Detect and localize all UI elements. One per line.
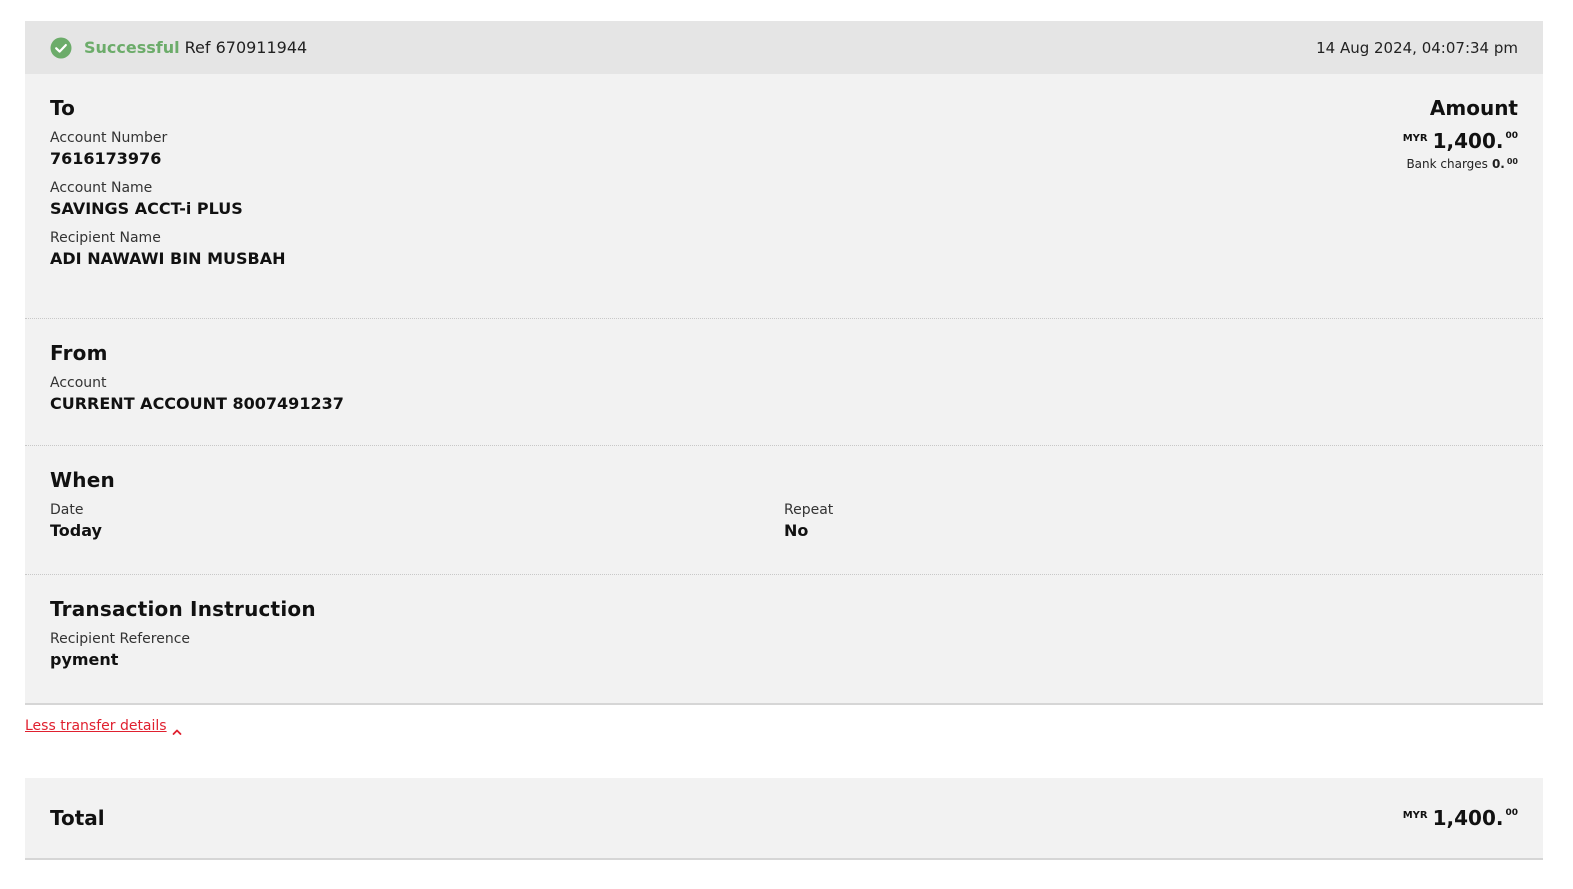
total-whole: 1,400.: [1432, 806, 1504, 830]
when-grid: Date Today Repeat No: [50, 502, 1518, 552]
bank-charges-whole: 0.: [1491, 157, 1505, 171]
date-value: Today: [50, 521, 102, 540]
total-cents: 00: [1505, 808, 1518, 818]
total-label: Total: [50, 806, 105, 830]
from-account-value: CURRENT ACCOUNT 8007491237: [50, 394, 344, 413]
instruction-title: Transaction Instruction: [50, 597, 316, 621]
amount-currency: MYR: [1402, 133, 1428, 144]
status-label: Successful: [84, 38, 180, 57]
bank-charges-row: Bank charges 0. 00: [1403, 157, 1518, 171]
account-number-label: Account Number: [50, 130, 168, 146]
chevron-up-icon: [172, 724, 182, 735]
less-transfer-details-label: Less transfer details: [25, 718, 167, 734]
recipient-name-label: Recipient Name: [50, 230, 161, 246]
when-title: When: [50, 468, 115, 492]
bank-charges-label: Bank charges: [1406, 157, 1488, 171]
amount-value: MYR 1,400. 00: [1403, 131, 1518, 151]
less-transfer-details-link[interactable]: Less transfer details: [25, 718, 182, 735]
repeat-label: Repeat: [784, 502, 834, 518]
check-circle-icon: [50, 37, 72, 59]
amount-cents: 00: [1505, 131, 1518, 141]
bank-charges-cents: 00: [1506, 157, 1518, 166]
to-section: To Account Number 7616173976 Account Nam…: [25, 74, 1543, 319]
status-bar: Successful Ref 670911944 14 Aug 2024, 04…: [25, 21, 1543, 74]
total-card: Total MYR 1,400. 00: [25, 778, 1543, 858]
recipient-reference-label: Recipient Reference: [50, 631, 190, 647]
to-title: To: [50, 96, 76, 120]
transaction-timestamp: 14 Aug 2024, 04:07:34 pm: [1316, 38, 1518, 57]
transfer-receipt-card: Successful Ref 670911944 14 Aug 2024, 04…: [25, 21, 1543, 703]
amount-whole: 1,400.: [1432, 129, 1504, 153]
status-summary: Successful Ref 670911944: [50, 37, 307, 59]
amount-block: Amount MYR 1,400. 00 Bank charges 0. 00: [1403, 96, 1518, 171]
amount-title: Amount: [1429, 96, 1518, 120]
reference-number: Ref 670911944: [184, 38, 308, 57]
repeat-column: Repeat No: [784, 502, 1518, 552]
from-title: From: [50, 341, 108, 365]
when-section: When Date Today Repeat No: [25, 446, 1543, 575]
account-name-value: SAVINGS ACCT-i PLUS: [50, 199, 243, 218]
instruction-section: Transaction Instruction Recipient Refere…: [25, 575, 1543, 703]
from-account-label: Account: [50, 375, 107, 391]
recipient-reference-value: pyment: [50, 650, 119, 669]
date-label: Date: [50, 502, 84, 518]
recipient-name-value: ADI NAWAWI BIN MUSBAH: [50, 249, 286, 268]
account-name-label: Account Name: [50, 180, 153, 196]
account-number-value: 7616173976: [50, 149, 162, 168]
repeat-value: No: [784, 521, 809, 540]
total-currency: MYR: [1402, 810, 1428, 821]
total-value: MYR 1,400. 00: [1403, 808, 1518, 828]
date-column: Date Today: [50, 502, 784, 552]
from-section: From Account CURRENT ACCOUNT 8007491237: [25, 319, 1543, 446]
